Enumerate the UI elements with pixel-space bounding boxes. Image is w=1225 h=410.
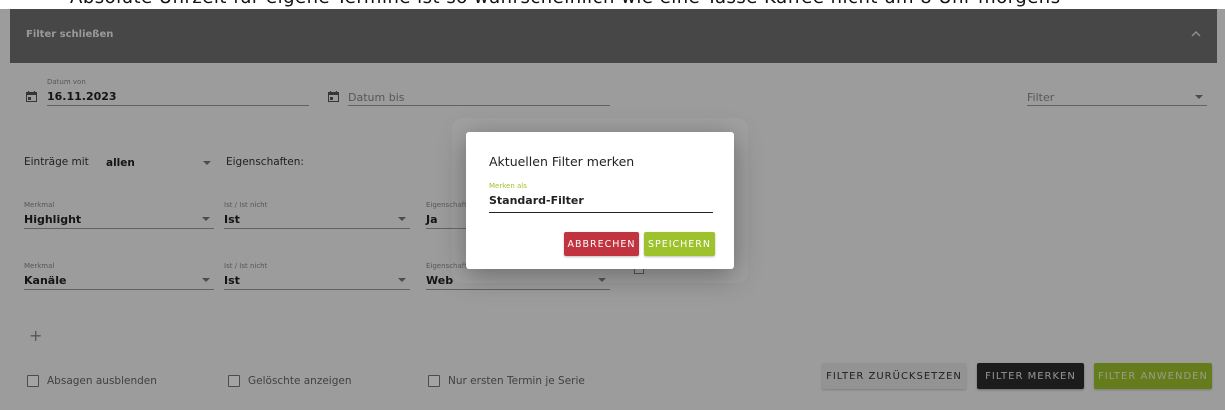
filter-name-label: Merken als bbox=[489, 182, 527, 190]
filter-name-value[interactable]: Standard-Filter bbox=[489, 194, 584, 207]
top-strip-text: Absolute Uhrzeit für eigene Termine ist … bbox=[70, 0, 1061, 8]
dialog-title: Aktuellen Filter merken bbox=[489, 154, 635, 169]
cancel-button[interactable]: ABBRECHEN bbox=[564, 232, 639, 256]
top-strip: Absolute Uhrzeit für eigene Termine ist … bbox=[0, 0, 1225, 9]
filter-name-input[interactable]: Merken als Standard-Filter bbox=[489, 182, 713, 213]
save-button[interactable]: SPEICHERN bbox=[644, 232, 715, 256]
save-filter-dialog: Aktuellen Filter merken Merken als Stand… bbox=[466, 132, 734, 269]
